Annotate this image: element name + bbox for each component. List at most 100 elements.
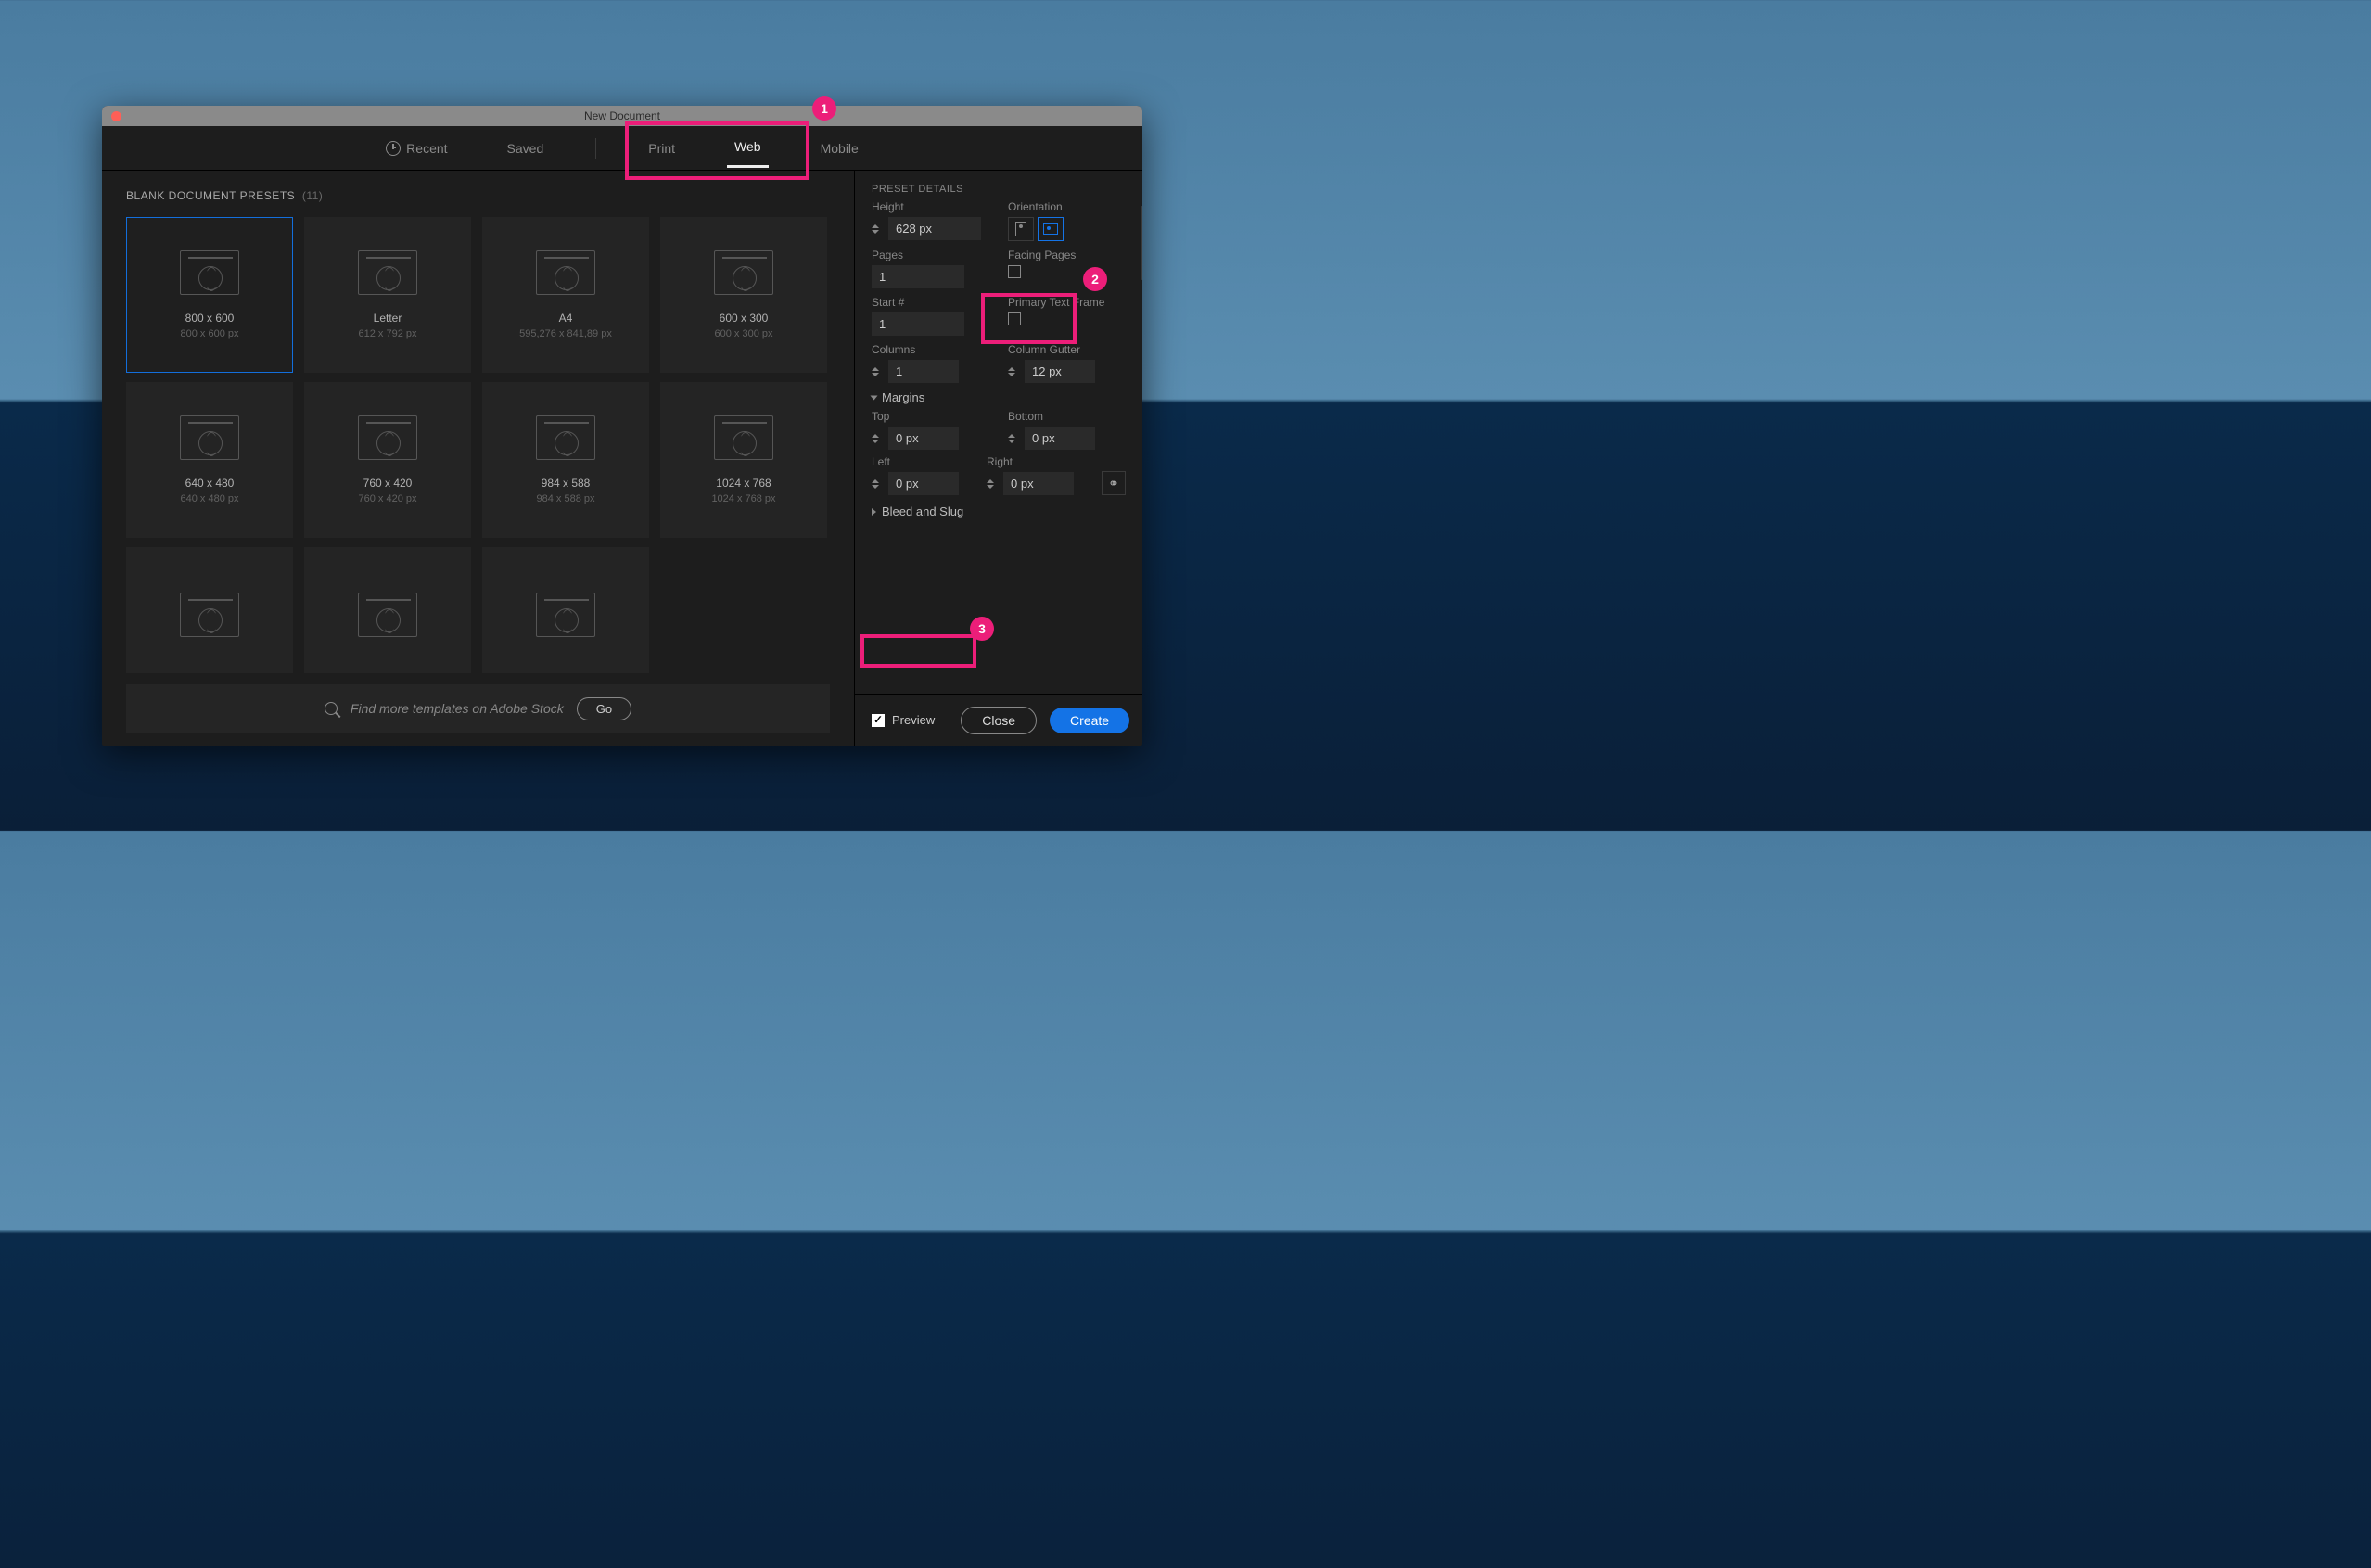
stock-search-placeholder[interactable]: Find more templates on Adobe Stock [351,701,564,716]
preset-name: Letter [374,312,402,325]
preview-label: Preview [892,713,935,727]
preset-card[interactable]: 984 x 588984 x 588 px [482,382,649,538]
preset-card[interactable] [482,547,649,673]
globe-icon [555,431,579,455]
preset-name: 600 x 300 [720,312,769,325]
category-tabs: Recent Saved Print Web Mobile [102,126,1142,171]
document-icon [180,593,239,637]
new-document-dialog: New Document Recent Saved Print Web Mobi… [102,106,1142,746]
document-icon [536,250,595,295]
document-icon [180,415,239,460]
search-icon [325,702,338,715]
margin-left-field[interactable] [888,472,959,495]
preset-dimensions: 800 x 600 px [181,328,239,339]
column-gutter-field[interactable] [1025,360,1095,383]
globe-icon [198,608,223,632]
globe-icon [733,266,757,290]
globe-icon [376,431,401,455]
margin-top-field[interactable] [888,427,959,450]
preset-card[interactable]: 600 x 300600 x 300 px [660,217,827,373]
preset-card[interactable]: 640 x 480 640 x 480 px [126,382,293,538]
preset-card[interactable] [304,547,471,673]
facing-pages-label: Facing Pages [1008,249,1126,261]
orientation-portrait-button[interactable] [1008,217,1034,241]
columns-stepper[interactable] [872,367,885,376]
window-title: New Document [584,109,660,122]
preset-card[interactable]: 760 x 420760 x 420 px [304,382,471,538]
document-icon [536,593,595,637]
preset-name: 800 x 600 [185,312,235,325]
document-icon [714,250,773,295]
height-label: Height [872,200,989,213]
preset-name: 640 x 480 [185,477,235,490]
tab-web[interactable]: Web [727,128,769,168]
tab-mobile[interactable]: Mobile [813,130,866,167]
pages-field[interactable] [872,265,964,288]
margin-right-field[interactable] [1003,472,1074,495]
margin-left-stepper[interactable] [872,479,885,489]
primary-text-frame-checkbox[interactable] [1008,312,1021,325]
annotation-badge-2: 2 [1083,267,1107,291]
start-number-field[interactable] [872,312,964,336]
preset-dimensions: 984 x 588 px [537,493,595,504]
clock-icon [386,141,401,156]
presets-pane: BLANK DOCUMENT PRESETS (11) 800 x 600800… [102,171,855,746]
globe-icon [198,431,223,455]
globe-icon [376,266,401,290]
preset-details-header: PRESET DETAILS [855,171,1142,200]
margin-top-label: Top [872,410,989,423]
preset-dimensions: 595,276 x 841,89 px [519,328,612,339]
stock-go-button[interactable]: Go [577,697,631,720]
globe-icon [198,266,223,290]
preset-card[interactable]: 1024 x 768 1024 x 768 px [660,382,827,538]
tab-recent-label: Recent [406,141,447,156]
tab-mobile-label: Mobile [821,141,859,156]
margin-bottom-field[interactable] [1025,427,1095,450]
preset-card[interactable]: A4 595,276 x 841,89 px [482,217,649,373]
preset-dimensions: 612 x 792 px [359,328,417,339]
document-icon [180,250,239,295]
tab-recent[interactable]: Recent [378,130,454,167]
margin-top-stepper[interactable] [872,434,885,443]
annotation-badge-1: 1 [812,96,836,121]
close-button[interactable]: Close [961,707,1037,734]
height-stepper[interactable] [872,224,885,234]
preset-name: 760 x 420 [363,477,413,490]
document-icon [358,415,417,460]
preset-name: A4 [559,312,573,325]
primary-text-frame-label: Primary Text Frame [1008,296,1126,309]
orientation-landscape-button[interactable] [1038,217,1064,241]
scrollbar[interactable] [1141,206,1142,280]
tab-print-label: Print [648,141,675,156]
height-field[interactable] [888,217,981,240]
tab-print[interactable]: Print [641,130,682,167]
preset-card[interactable]: 800 x 600 800 x 600 px [126,217,293,373]
margin-right-stepper[interactable] [987,479,1000,489]
preset-card[interactable]: Letter 612 x 792 px [304,217,471,373]
orientation-label: Orientation [1008,200,1126,213]
create-button[interactable]: Create [1050,708,1129,733]
close-window-button[interactable] [111,111,121,121]
margin-bottom-stepper[interactable] [1008,434,1021,443]
preset-card[interactable] [126,547,293,673]
preset-dimensions: 640 x 480 px [181,493,239,504]
gutter-stepper[interactable] [1008,367,1021,376]
tab-saved[interactable]: Saved [500,130,552,167]
portrait-icon [1015,222,1026,236]
facing-pages-checkbox[interactable] [1008,265,1021,278]
columns-field[interactable] [888,360,959,383]
document-icon [358,593,417,637]
bleed-slug-toggle[interactable]: Bleed and Slug [872,504,1126,518]
preview-checkbox[interactable] [872,714,885,727]
link-margins-button[interactable]: ⚭ [1102,471,1126,495]
preset-dimensions: 1024 x 768 px [711,493,775,504]
link-icon: ⚭ [1108,476,1119,491]
tab-web-label: Web [734,139,761,154]
preset-name: 1024 x 768 [716,477,771,490]
margins-toggle[interactable]: Margins [872,390,1126,404]
document-icon [714,415,773,460]
columns-label: Columns [872,343,989,356]
landscape-icon [1043,223,1058,235]
chevron-down-icon [871,395,878,400]
dialog-footer: Preview Close Create [855,694,1142,746]
